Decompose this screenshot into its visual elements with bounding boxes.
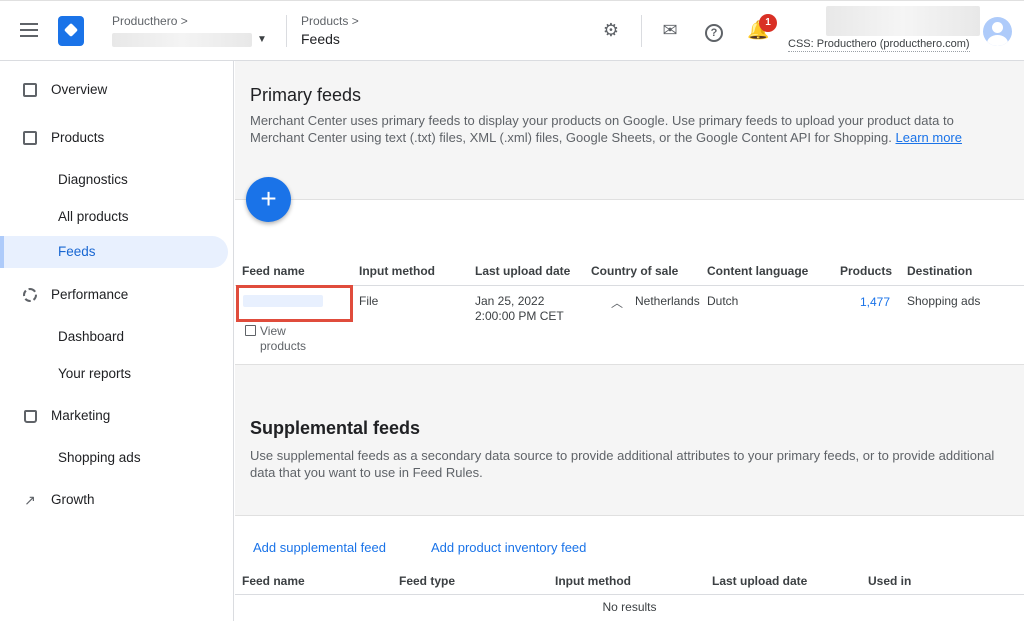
add-feed-button[interactable]: + — [246, 177, 291, 222]
products-count-link[interactable]: 1,477 — [860, 295, 890, 310]
language-cell: Dutch — [707, 294, 739, 308]
notification-badge: 1 — [759, 14, 777, 32]
column-header[interactable]: Feed name — [242, 264, 305, 278]
sidebar-item-performance[interactable]: Performance — [0, 279, 228, 311]
upload-date-cell: Jan 25, 2022 2:00:00 PM CET — [475, 294, 564, 323]
column-header[interactable]: Feed name — [242, 574, 305, 588]
main-content: Primary feeds Merchant Center uses prima… — [235, 61, 1024, 621]
sidebar-item-shopping-ads[interactable]: Shopping ads — [0, 442, 228, 474]
hamburger-menu-icon[interactable] — [20, 23, 38, 37]
chevron-up-icon[interactable]: ︿ — [611, 294, 623, 311]
column-header[interactable]: Country of sale — [591, 264, 678, 278]
divider — [235, 594, 1024, 595]
sidebar-item-marketing[interactable]: Marketing — [0, 400, 228, 432]
column-header[interactable]: Input method — [359, 264, 435, 278]
add-inventory-feed-button[interactable]: Add product inventory feed — [431, 540, 586, 555]
css-label[interactable]: CSS: Producthero (producthero.com) — [788, 38, 970, 52]
sidebar-item-diagnostics[interactable]: Diagnostics — [0, 164, 228, 196]
list-icon — [23, 131, 37, 145]
shopping-bag-icon — [24, 410, 37, 423]
section-description: Merchant Center uses primary feeds to di… — [250, 113, 962, 145]
top-header: Producthero > ▼ Products > Feeds ⚙ ✉ ? 🔔… — [0, 0, 1024, 61]
supplemental-feeds-table: Add supplemental feed Add product invent… — [235, 515, 1024, 621]
learn-more-link[interactable]: Learn more — [896, 130, 962, 145]
sidebar-item-your-reports[interactable]: Your reports — [0, 358, 228, 390]
country-cell: Netherlands — [635, 294, 700, 308]
divider — [641, 15, 642, 47]
view-products-link[interactable]: View products — [245, 324, 320, 354]
open-in-new-icon — [245, 325, 256, 336]
section-title: Primary feeds — [250, 85, 362, 105]
empty-state: No results — [602, 600, 657, 614]
mail-icon[interactable]: ✉ — [659, 19, 681, 41]
caret-down-icon[interactable]: ▼ — [257, 34, 267, 45]
supplemental-feeds-header: Supplemental feeds Use supplemental feed… — [235, 364, 1024, 515]
account-label: Producthero > — [112, 14, 188, 28]
column-header[interactable]: Input method — [555, 574, 631, 588]
column-header[interactable]: Used in — [868, 574, 911, 588]
help-icon[interactable]: ? — [703, 19, 725, 42]
sidebar-item-overview[interactable]: Overview — [0, 74, 228, 106]
destination-cell: Shopping ads — [907, 294, 981, 308]
column-header[interactable]: Last upload date — [475, 264, 570, 278]
gear-icon[interactable]: ⚙ — [600, 19, 622, 41]
performance-icon — [23, 288, 37, 302]
primary-feeds-header: Primary feeds Merchant Center uses prima… — [235, 61, 1024, 199]
input-method-cell: File — [359, 294, 379, 308]
column-header[interactable]: Content language — [707, 264, 808, 278]
column-header[interactable]: Last upload date — [712, 574, 807, 588]
section-description: Use supplemental feeds as a secondary da… — [250, 448, 995, 480]
dashboard-icon — [23, 83, 37, 97]
column-header[interactable]: Products — [840, 264, 892, 278]
sidebar-item-growth[interactable]: ↗ Growth — [0, 484, 228, 516]
sidebar-item-all-products[interactable]: All products — [0, 201, 228, 233]
divider — [286, 15, 287, 47]
primary-feeds-table: Feed name Input method Last upload date … — [235, 199, 1024, 364]
avatar[interactable] — [983, 17, 1012, 46]
page-title: Feeds — [301, 31, 340, 47]
add-supplemental-feed-button[interactable]: Add supplemental feed — [253, 540, 386, 555]
account-selector[interactable] — [112, 33, 252, 47]
sidebar: Overview Products Diagnostics All produc… — [0, 61, 234, 621]
section-title: Supplemental feeds — [250, 418, 421, 438]
merchant-center-logo[interactable] — [58, 16, 84, 46]
column-header[interactable]: Destination — [907, 264, 972, 278]
column-header[interactable]: Feed type — [399, 574, 455, 588]
trending-up-icon: ↗ — [24, 492, 36, 508]
highlight-box — [236, 285, 353, 322]
sidebar-item-feeds[interactable]: Feeds — [0, 236, 228, 268]
sidebar-item-products[interactable]: Products — [0, 122, 228, 154]
breadcrumb-parent[interactable]: Products > — [301, 14, 359, 28]
sidebar-item-dashboard[interactable]: Dashboard — [0, 321, 228, 353]
divider — [235, 285, 1024, 286]
user-name — [826, 6, 980, 36]
